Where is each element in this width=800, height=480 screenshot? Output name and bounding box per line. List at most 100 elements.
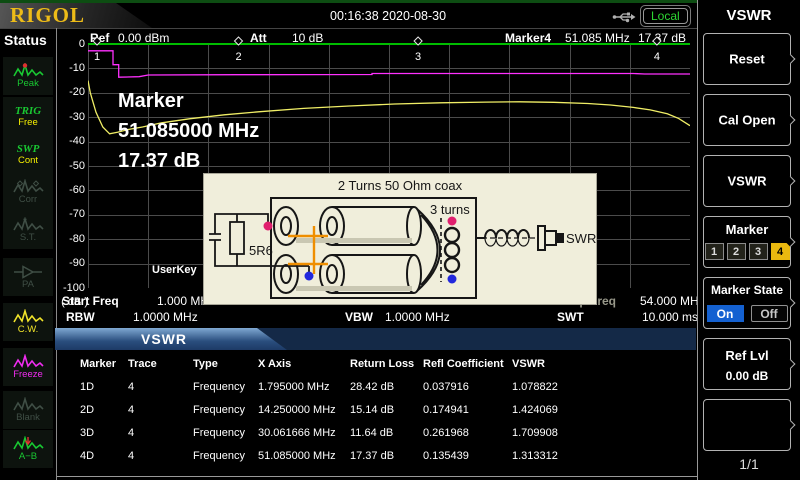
table-bottom-border — [57, 476, 697, 477]
table-cell: Frequency — [193, 427, 258, 439]
table-header-cell: Refl Coefficient — [423, 358, 512, 370]
table-cell: 4 — [128, 381, 193, 393]
table-cell: 15.14 dB — [350, 404, 423, 416]
status-item-swp: SWPCont — [3, 135, 53, 173]
marker-readout-level: 17.37 dB — [118, 146, 259, 176]
schematic-drawing: 2 Turns 50 Ohm coax 3 turns 5R6 SWR — [204, 174, 596, 304]
status-item-label: Blank — [16, 413, 40, 423]
table-cell: 14.250000 MHz — [258, 404, 350, 416]
y-tick-label: -80 — [54, 233, 85, 245]
vbw-value: 1.0000 MHz — [385, 310, 450, 324]
table-header-row: MarkerTraceTypeX AxisReturn LossRefl Coe… — [60, 352, 695, 375]
top-edge-line — [0, 0, 800, 3]
marker-select-row: 1234 — [704, 243, 790, 260]
vswr-table-bar: VSWR — [55, 328, 696, 350]
marker-option-3[interactable]: 3 — [749, 243, 768, 260]
cal-open-button[interactable]: Cal Open — [703, 94, 791, 146]
menu-page-indicator: 1/1 — [698, 456, 800, 472]
swt-label: SWT — [557, 310, 584, 324]
softkey-menu: VSWR Reset Cal Open VSWR Marker 1234 Mar… — [697, 0, 800, 480]
empty-button[interactable] — [703, 399, 791, 451]
y-tick-label: -100 — [54, 282, 85, 294]
table-header-cell: X Axis — [258, 358, 350, 370]
marker-option-2[interactable]: 2 — [727, 243, 746, 260]
table-cell: 4D — [80, 450, 128, 462]
marker-select-button[interactable]: Marker 1234 — [703, 216, 791, 268]
analyzer-screen: RIGOL 00:16:38 2020-08-30 Local Status P… — [0, 0, 800, 480]
marker-option-1[interactable]: 1 — [705, 243, 724, 260]
cw-icon — [12, 309, 45, 324]
inset-title: 2 Turns 50 Ohm coax — [338, 178, 463, 193]
status-item-ab: A−B — [3, 430, 53, 468]
y-tick-label: -50 — [54, 160, 85, 172]
start-freq-label: Start Freq — [62, 294, 119, 308]
y-tick-label: -30 — [54, 111, 85, 123]
vswr-table: MarkerTraceTypeX AxisReturn LossRefl Coe… — [60, 352, 695, 467]
ab-icon — [12, 436, 45, 451]
pink-terminal-dot — [448, 217, 457, 226]
table-row: 1D4Frequency1.795000 MHz28.42 dB0.037916… — [60, 375, 695, 398]
st-icon — [12, 217, 45, 232]
table-cell: 4 — [128, 404, 193, 416]
status-item-trig: TRIGFree — [3, 97, 53, 135]
table-cell: 0.261968 — [423, 427, 512, 439]
status-item-freeze: Freeze — [3, 348, 53, 386]
table-cell: 4 — [128, 427, 193, 439]
marker-state-on[interactable]: On — [707, 305, 744, 322]
schematic-inset: 2 Turns 50 Ohm coax 3 turns 5R6 SWR — [203, 173, 597, 305]
y-tick-label: -90 — [54, 257, 85, 269]
blue-terminal-dot — [305, 272, 314, 281]
table-cell: 4 — [128, 450, 193, 462]
marker-number-label: 2 — [235, 51, 241, 63]
status-item-label: C.W. — [18, 325, 39, 335]
table-header-cell: Trace — [128, 358, 193, 370]
menu-title: VSWR — [698, 7, 800, 24]
y-tick-label: -60 — [54, 184, 85, 196]
status-item-label: Cont — [18, 156, 38, 166]
status-item-label: Freeze — [13, 370, 43, 380]
table-cell: 30.061666 MHz — [258, 427, 350, 439]
marker-state-button[interactable]: Marker State On Off — [703, 277, 791, 329]
pa-icon — [12, 264, 45, 279]
marker-state-off[interactable]: Off — [751, 305, 788, 322]
reset-button[interactable]: Reset — [703, 33, 791, 85]
local-status-frame: Local — [640, 5, 691, 27]
local-status-badge: Local — [643, 8, 688, 24]
marker-number-label: 4 — [654, 51, 660, 63]
status-panel: PeakTRIGFreeSWPContCorrS.T.PAC.W.FreezeB… — [0, 50, 57, 480]
table-header-cell: Return Loss — [350, 358, 423, 370]
pink-terminal-dot — [264, 222, 273, 231]
table-cell: 0.037916 — [423, 381, 512, 393]
y-axis-labels: 0-10-20-30-40-50-60-70-80-90-100 — [54, 0, 85, 300]
table-cell: Frequency — [193, 381, 258, 393]
inset-swr-label: SWR — [566, 231, 596, 246]
topbar-divider — [0, 28, 697, 29]
table-cell: 1.424069 — [512, 404, 695, 416]
y-tick-label: -70 — [54, 208, 85, 220]
marker-readout: Marker 51.085000 MHz 17.37 dB — [118, 86, 259, 176]
clock: 00:16:38 2020-08-30 — [330, 9, 446, 23]
usb-icon — [612, 10, 636, 24]
status-item-label: Free — [18, 118, 38, 128]
table-cell: 11.64 dB — [350, 427, 423, 439]
marker-number-label: 1 — [94, 51, 100, 63]
userkey-label: UserKey — [152, 264, 197, 276]
swt-value: 10.000 ms — [642, 310, 698, 324]
marker-number-label: 3 — [415, 51, 421, 63]
y-tick-label: -20 — [54, 86, 85, 98]
blank-icon — [12, 397, 45, 412]
inset-turns-label: 3 turns — [430, 202, 470, 217]
status-item-blank: Blank — [3, 391, 53, 429]
swp-icon: SWP — [17, 143, 40, 155]
table-cell: 1D — [80, 381, 128, 393]
table-row: 2D4Frequency14.250000 MHz15.14 dB0.17494… — [60, 398, 695, 421]
table-cell: 28.42 dB — [350, 381, 423, 393]
vbw-label: VBW — [345, 310, 373, 324]
marker-option-4[interactable]: 4 — [771, 243, 790, 260]
vswr-button[interactable]: VSWR — [703, 155, 791, 207]
table-cell: 1.078822 — [512, 381, 695, 393]
status-item-label: S.T. — [20, 233, 36, 243]
ref-lvl-button[interactable]: Ref Lvl 0.00 dB — [703, 338, 791, 390]
blue-terminal-dot — [448, 275, 457, 284]
table-cell: 0.135439 — [423, 450, 512, 462]
